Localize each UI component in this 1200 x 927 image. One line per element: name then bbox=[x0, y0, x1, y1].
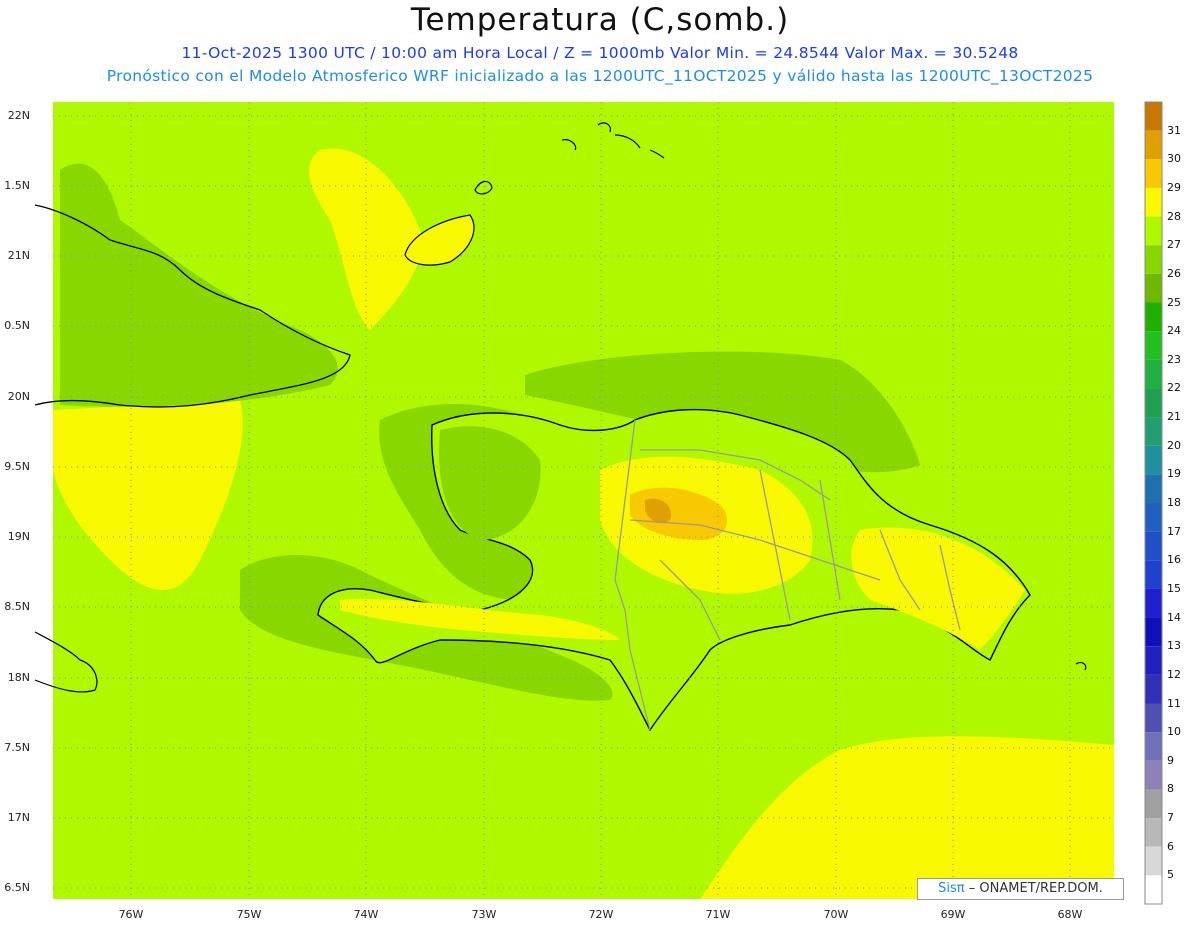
lon-tick: 68W bbox=[1057, 908, 1083, 921]
lon-tick: 76W bbox=[118, 908, 144, 921]
lon-tick: 69W bbox=[940, 908, 966, 921]
colorbar-swatch bbox=[1145, 187, 1162, 217]
lon-tick: 75W bbox=[236, 908, 262, 921]
colorbar-label: 28 bbox=[1167, 209, 1181, 223]
lat-tick: 21N bbox=[7, 249, 30, 262]
colorbar-label: 14 bbox=[1167, 610, 1181, 624]
colorbar-swatch bbox=[1145, 445, 1162, 475]
colorbar-swatch bbox=[1145, 216, 1162, 246]
lat-tick: 6.5N bbox=[4, 881, 30, 894]
colorbar-label: 29 bbox=[1167, 180, 1181, 194]
colorbar-swatch bbox=[1145, 531, 1162, 561]
lon-tick: 71W bbox=[705, 908, 731, 921]
lat-tick: 0.5N bbox=[4, 319, 30, 332]
colorbar-label: 18 bbox=[1167, 496, 1181, 509]
colorbar-swatch bbox=[1145, 732, 1162, 761]
colorbar-swatch bbox=[1145, 102, 1162, 131]
colorbar-swatch bbox=[1145, 560, 1162, 589]
colorbar-swatch bbox=[1145, 703, 1162, 733]
colorbar-label: 24 bbox=[1167, 324, 1181, 338]
colorbar-swatch bbox=[1145, 388, 1162, 418]
colorbar-swatch bbox=[1145, 617, 1162, 647]
lat-tick: 9.5N bbox=[4, 460, 30, 473]
colorbar-swatch bbox=[1145, 359, 1162, 389]
colorbar-label: 16 bbox=[1167, 553, 1181, 567]
colorbar-swatch bbox=[1145, 273, 1162, 303]
lon-tick: 73W bbox=[471, 908, 497, 921]
credit-sisp: Sisπ bbox=[938, 881, 965, 896]
colorbar-label: 22 bbox=[1167, 381, 1181, 395]
credit-text: – ONAMET/REP.DOM. bbox=[968, 881, 1103, 896]
temperature-map bbox=[34, 101, 1163, 905]
colorbar-label: 20 bbox=[1167, 438, 1181, 452]
colorbar-swatch bbox=[1145, 245, 1162, 274]
colorbar-swatch bbox=[1145, 674, 1162, 704]
lon-tick: 70W bbox=[823, 908, 849, 921]
colorbar-swatch bbox=[1145, 789, 1162, 819]
lat-tick: 1.5N bbox=[4, 179, 30, 192]
colorbar-label: 7 bbox=[1167, 811, 1174, 825]
colorbar-label: 13 bbox=[1167, 639, 1181, 653]
colorbar-label: 5 bbox=[1167, 868, 1174, 882]
colorbar-label: 19 bbox=[1167, 467, 1181, 481]
colorbar-label: 10 bbox=[1167, 725, 1181, 739]
colorbar-label: 9 bbox=[1167, 753, 1174, 767]
lon-tick: 74W bbox=[353, 908, 379, 921]
colorbar-label: 12 bbox=[1167, 667, 1181, 681]
colorbar-swatch bbox=[1145, 503, 1162, 532]
colorbar-swatch bbox=[1145, 588, 1162, 618]
colorbar-swatch bbox=[1145, 474, 1162, 503]
lat-tick: 19N bbox=[7, 530, 30, 543]
lat-tick: 8.5N bbox=[4, 600, 30, 613]
colorbar-label: 23 bbox=[1167, 352, 1181, 366]
colorbar-label: 17 bbox=[1167, 524, 1181, 538]
colorbar bbox=[1144, 101, 1163, 905]
colorbar-label: 6 bbox=[1167, 839, 1174, 853]
colorbar-swatch bbox=[1145, 846, 1162, 876]
colorbar-swatch bbox=[1145, 818, 1162, 847]
colorbar-swatch bbox=[1145, 159, 1162, 188]
colorbar-label: 11 bbox=[1167, 696, 1181, 710]
lat-tick: 7.5N bbox=[4, 741, 30, 754]
lat-tick: 17N bbox=[7, 811, 30, 824]
colorbar-swatch bbox=[1145, 875, 1162, 904]
colorbar-swatch bbox=[1145, 646, 1162, 675]
colorbar-swatch bbox=[1145, 760, 1162, 790]
credit-box: Sisπ – ONAMET/REP.DOM. bbox=[917, 878, 1124, 900]
lon-tick: 72W bbox=[588, 908, 614, 921]
colorbar-swatch bbox=[1145, 130, 1162, 160]
colorbar-swatch bbox=[1145, 331, 1162, 360]
colorbar-swatch bbox=[1145, 302, 1162, 332]
colorbar-label: 25 bbox=[1167, 295, 1181, 309]
colorbar-label: 26 bbox=[1167, 266, 1181, 280]
lat-tick: 20N bbox=[7, 390, 30, 403]
colorbar-label: 31 bbox=[1167, 123, 1181, 137]
colorbar-label: 30 bbox=[1167, 152, 1181, 166]
colorbar-label: 21 bbox=[1167, 410, 1181, 424]
colorbar-label: 27 bbox=[1167, 238, 1181, 252]
lat-tick: 18N bbox=[7, 671, 30, 684]
colorbar-label: 15 bbox=[1167, 581, 1181, 595]
lat-tick: 22N bbox=[7, 109, 30, 122]
colorbar-label: 8 bbox=[1167, 782, 1174, 796]
colorbar-swatch bbox=[1145, 417, 1162, 446]
